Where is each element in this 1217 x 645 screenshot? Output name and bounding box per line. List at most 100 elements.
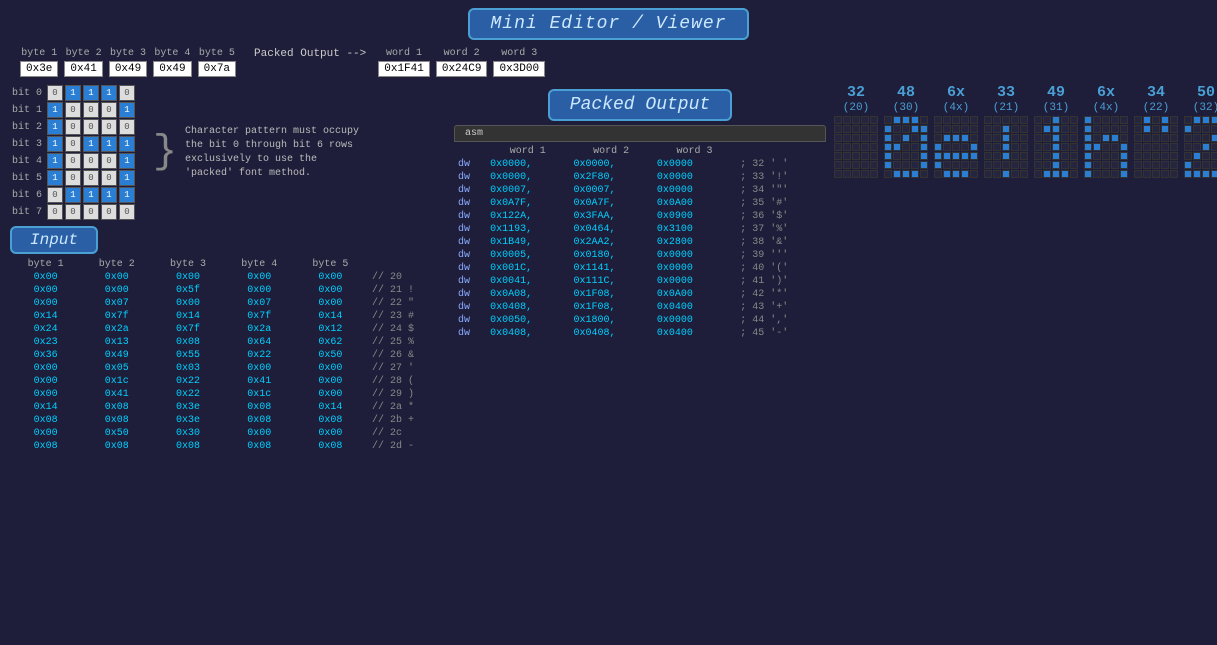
- output-word: 0x0007,: [486, 184, 569, 197]
- output-row: dw0x0000,0x0000,0x0000; 32 ' ': [454, 158, 826, 171]
- bit-cell: 0: [47, 85, 63, 101]
- char-grid-cell: [861, 116, 869, 124]
- bit-grid-section: bit 001110bit 110001bit 210000bit 310111…: [10, 85, 440, 220]
- output-word: 0x0408,: [486, 327, 569, 340]
- char-grid-cell: [1184, 116, 1192, 124]
- input-cell: 0x00: [295, 271, 366, 284]
- char-grid-cell: [1193, 170, 1201, 178]
- bit-cell: 1: [119, 102, 135, 118]
- output-row: dw0x1193,0x0464,0x3100; 37 '%': [454, 223, 826, 236]
- char-grid-cell: [1120, 116, 1128, 124]
- input-cell: 0x00: [10, 297, 81, 310]
- char-grid-cell: [902, 170, 910, 178]
- char-grid-cell: [993, 170, 1001, 178]
- char-grid-cell: [1093, 170, 1101, 178]
- input-row: 0x000x000x5f0x000x00// 21 !: [10, 284, 440, 297]
- char-grid-cell: [902, 161, 910, 169]
- input-cell: 0x00: [81, 284, 152, 297]
- input-cell: 0x08: [295, 414, 366, 427]
- char-grid-cell: [1170, 170, 1178, 178]
- char-grid-cell: [1193, 152, 1201, 160]
- output-kw: dw: [454, 262, 486, 275]
- char-grid-cell: [1020, 143, 1028, 151]
- input-cell: 0x00: [224, 271, 295, 284]
- char-grid-cell: [1152, 125, 1160, 133]
- char-grid-cell: [1093, 143, 1101, 151]
- input-cell: 0x7f: [152, 323, 223, 336]
- output-kw: dw: [454, 249, 486, 262]
- char-grid-cell: [870, 134, 878, 142]
- bit-cell: 1: [47, 119, 63, 135]
- char-grid-cell: [893, 143, 901, 151]
- char-grid-cell: [1070, 152, 1078, 160]
- char-grid-cell: [1061, 116, 1069, 124]
- char-pattern-grid: [934, 116, 978, 178]
- char-num: 6x: [1097, 85, 1115, 102]
- char-grid-cell: [1020, 170, 1028, 178]
- bit-cell: 0: [101, 102, 117, 118]
- char-grid-cell: [902, 152, 910, 160]
- char-pattern-grid: [1084, 116, 1128, 178]
- char-grid-cell: [952, 143, 960, 151]
- char-grid-cell: [902, 125, 910, 133]
- mid-panel: Packed Output asm word 1word 2word 3 dw0…: [450, 81, 830, 645]
- char-grid-cell: [1193, 125, 1201, 133]
- input-cell: 0x64: [224, 336, 295, 349]
- input-cell: 0x23: [10, 336, 81, 349]
- output-comment: ; 36 '$': [736, 210, 826, 223]
- output-word: 0x0408,: [569, 327, 652, 340]
- input-cell: 0x12: [295, 323, 366, 336]
- output-kw: dw: [454, 314, 486, 327]
- char-col-0: 32(20): [834, 85, 878, 641]
- char-grid-cell: [1002, 152, 1010, 160]
- char-grid-cell: [920, 170, 928, 178]
- char-grid-cell: [1061, 152, 1069, 160]
- char-grid-cell: [843, 143, 851, 151]
- input-cell: 0x50: [81, 427, 152, 440]
- input-cell: 0x22: [152, 388, 223, 401]
- bit-row-4: bit 410001: [10, 153, 135, 169]
- char-grid-cell: [1084, 125, 1092, 133]
- header: Mini Editor / Viewer: [0, 0, 1217, 44]
- output-words-group: word 1 0x1F41word 2 0x24C9word 3 0x3D00: [378, 48, 545, 77]
- input-cell: 0x49: [81, 349, 152, 362]
- char-grid-cell: [984, 116, 992, 124]
- bit-row-6: bit 601111: [10, 187, 135, 203]
- char-grid-cell: [1143, 134, 1151, 142]
- char-grid-cell: [911, 134, 919, 142]
- char-sub: (22): [1143, 102, 1169, 114]
- char-grid-cell: [870, 152, 878, 160]
- input-header: byte 2: [81, 258, 152, 271]
- char-num: 34: [1147, 85, 1165, 102]
- output-word: 0x001C,: [486, 262, 569, 275]
- char-grid-cell: [1134, 143, 1142, 151]
- bit-cell: 0: [47, 187, 63, 203]
- char-grid-cell: [1170, 143, 1178, 151]
- bit-cell: 1: [83, 85, 99, 101]
- char-grid-cell: [1093, 161, 1101, 169]
- char-grid-cell: [1202, 143, 1210, 151]
- char-grid-cell: [1143, 152, 1151, 160]
- char-grid-cell: [1202, 116, 1210, 124]
- char-grid-cell: [1143, 143, 1151, 151]
- input-cell: 0x00: [152, 271, 223, 284]
- input-cell: 0x30: [152, 427, 223, 440]
- char-grid-cell: [1102, 125, 1110, 133]
- asm-tab[interactable]: asm: [454, 125, 826, 142]
- char-grid-cell: [1170, 116, 1178, 124]
- char-grid-cell: [1002, 143, 1010, 151]
- input-cell: 0x00: [295, 297, 366, 310]
- input-comment: // 22 ": [366, 297, 440, 310]
- input-table: byte 1byte 2byte 3byte 4byte 5 0x000x000…: [10, 258, 440, 453]
- char-grid-cell: [970, 152, 978, 160]
- char-grid-cell: [1034, 170, 1042, 178]
- input-bytes-group: byte 1 0x3ebyte 2 0x41byte 3 0x49byte 4 …: [20, 48, 236, 77]
- output-row: dw0x001C,0x1141,0x0000; 40 '(': [454, 262, 826, 275]
- char-grid-cell: [843, 125, 851, 133]
- char-grid-cell: [1202, 161, 1210, 169]
- char-grid-cell: [1034, 125, 1042, 133]
- char-num: 49: [1047, 85, 1065, 102]
- input-cell: 0x14: [295, 310, 366, 323]
- char-grid-cell: [1193, 161, 1201, 169]
- char-grid-cell: [834, 152, 842, 160]
